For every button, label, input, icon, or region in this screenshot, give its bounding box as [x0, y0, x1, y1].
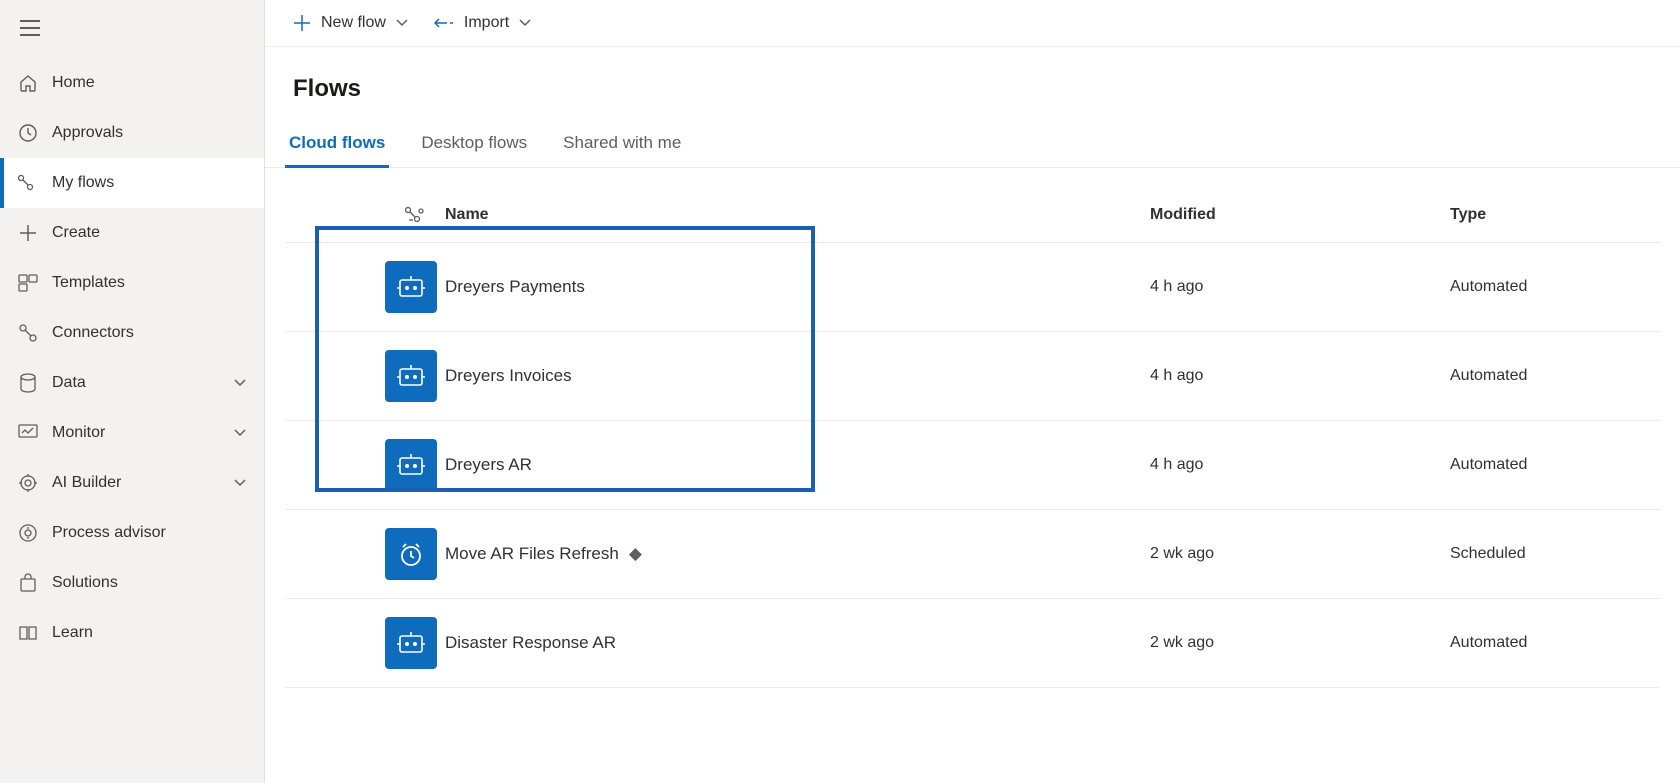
flow-modified: 4 h ago [1150, 278, 1450, 296]
plus-icon [293, 14, 311, 32]
sidebar-item-data[interactable]: Data [0, 358, 264, 408]
sidebar-item-label: Monitor [52, 424, 105, 442]
data-icon [18, 373, 38, 393]
column-name[interactable]: Name [445, 206, 1150, 224]
sidebar-item-label: Process advisor [52, 524, 166, 542]
solutions-icon [18, 573, 38, 593]
connectors-icon [18, 323, 38, 343]
chevron-down-icon [234, 424, 246, 442]
monitor-icon [18, 423, 38, 443]
flow-type: Automated [1450, 634, 1650, 652]
flow-type: Scheduled [1450, 545, 1650, 563]
column-type[interactable]: Type [1450, 206, 1650, 224]
import-label: Import [464, 14, 509, 32]
sidebar-item-label: Create [52, 224, 100, 242]
page-title: Flows [265, 47, 1680, 123]
ai-icon [18, 473, 38, 493]
approvals-icon [18, 123, 38, 143]
sidebar-item-label: AI Builder [52, 474, 121, 492]
flow-type-icon [385, 617, 437, 669]
sidebar-item-learn[interactable]: Learn [0, 608, 264, 658]
sidebar-item-process-advisor[interactable]: Process advisor [0, 508, 264, 558]
sidebar-item-home[interactable]: Home [0, 58, 264, 108]
sidebar-item-ai-builder[interactable]: AI Builder [0, 458, 264, 508]
chevron-down-icon [234, 374, 246, 392]
tab-cloud-flows[interactable]: Cloud flows [285, 123, 389, 167]
templates-icon [18, 273, 38, 293]
sidebar-item-approvals[interactable]: Approvals [0, 108, 264, 158]
sidebar-item-label: Approvals [52, 124, 123, 142]
flow-modified: 4 h ago [1150, 456, 1450, 474]
chevron-down-icon [519, 14, 531, 32]
flow-modified: 4 h ago [1150, 367, 1450, 385]
tab-shared-with-me[interactable]: Shared with me [559, 123, 685, 167]
hamburger-button[interactable] [0, 8, 264, 58]
new-flow-button[interactable]: New flow [293, 14, 408, 32]
toolbar: New flow Import [265, 0, 1680, 47]
sidebar-item-monitor[interactable]: Monitor [0, 408, 264, 458]
sidebar-item-label: Connectors [52, 324, 134, 342]
flow-column-icon[interactable] [385, 207, 445, 223]
import-icon [434, 16, 454, 30]
sidebar-item-label: Solutions [52, 574, 118, 592]
flow-type: Automated [1450, 367, 1650, 385]
flow-modified: 2 wk ago [1150, 545, 1450, 563]
sidebar-item-label: Learn [52, 624, 93, 642]
sidebar-item-connectors[interactable]: Connectors [0, 308, 264, 358]
main-content: New flow Import Flows Cloud flows Desktop… [265, 0, 1680, 783]
flow-icon [18, 173, 38, 193]
tab-desktop-flows[interactable]: Desktop flows [417, 123, 531, 167]
flow-type: Automated [1450, 278, 1650, 296]
flow-type-icon [385, 528, 437, 580]
chevron-down-icon [234, 474, 246, 492]
sidebar: Home Approvals My flows Create Templates Conn… [0, 0, 265, 783]
chevron-down-icon [396, 14, 408, 32]
flow-name: Move AR Files Refresh ◆ [445, 544, 1150, 564]
flow-row[interactable]: Disaster Response AR2 wk agoAutomated [285, 599, 1660, 688]
new-flow-label: New flow [321, 14, 386, 32]
flow-type: Automated [1450, 456, 1650, 474]
process-icon [18, 523, 38, 543]
flow-modified: 2 wk ago [1150, 634, 1450, 652]
annotation-highlight-box [315, 226, 815, 492]
plus-icon [18, 223, 38, 243]
sidebar-item-label: My flows [52, 174, 114, 192]
flow-name: Disaster Response AR [445, 633, 1150, 653]
diamond-icon: ◆ [629, 544, 642, 564]
flow-row[interactable]: Move AR Files Refresh ◆2 wk agoScheduled [285, 510, 1660, 599]
column-modified[interactable]: Modified [1150, 206, 1450, 224]
import-button[interactable]: Import [434, 14, 531, 32]
tabs: Cloud flows Desktop flows Shared with me [265, 123, 1680, 168]
sidebar-item-label: Home [52, 74, 95, 92]
sidebar-item-create[interactable]: Create [0, 208, 264, 258]
sidebar-item-solutions[interactable]: Solutions [0, 558, 264, 608]
sidebar-item-label: Data [52, 374, 86, 392]
learn-icon [18, 623, 38, 643]
sidebar-item-my-flows[interactable]: My flows [0, 158, 264, 208]
home-icon [18, 73, 38, 93]
sidebar-item-label: Templates [52, 274, 125, 292]
sidebar-item-templates[interactable]: Templates [0, 258, 264, 308]
